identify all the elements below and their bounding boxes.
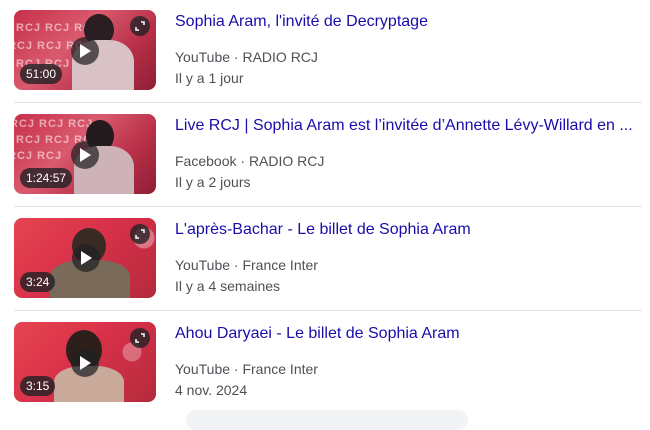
video-thumbnail[interactable]: RCJ RCJ RCJ RCJ RCJ RC RCJ RCJ 1:24:57 [14,114,156,194]
result-divider [14,206,642,207]
expand-icon[interactable] [130,224,150,244]
expand-icon[interactable] [130,16,150,36]
video-duration: 1:24:57 [20,168,73,188]
result-divider [14,310,642,311]
video-thumbnail[interactable]: RCJ RCJ RC RCJ RCJ RCJ RCJ RCJ 51:00 [14,10,156,90]
video-thumbnail[interactable]: 3:15 [14,322,156,402]
meta-separator: · [236,153,249,169]
video-date: Il y a 1 jour [175,70,244,86]
video-thumbnail[interactable]: 3:24 [14,218,156,298]
play-icon[interactable] [71,141,99,169]
video-date: Il y a 4 semaines [175,278,281,294]
video-platform: Facebook [175,153,237,169]
video-channel: France Inter [242,361,318,377]
result-divider [14,102,642,103]
video-source: YouTube · RADIO RCJ [175,48,318,66]
video-title-link[interactable]: Ahou Daryaei - Le billet de Sophia Aram [175,323,635,345]
video-source: Facebook · RADIO RCJ [175,152,324,170]
video-duration: 3:24 [20,272,56,292]
meta-separator: · [230,49,243,65]
meta-separator: · [230,257,243,273]
video-platform: YouTube [175,49,231,65]
play-icon[interactable] [71,349,99,377]
more-videos-button[interactable] [186,410,468,430]
video-date: 4 nov. 2024 [175,382,248,398]
expand-icon[interactable] [130,328,150,348]
video-source: YouTube · France Inter [175,360,318,378]
video-duration: 51:00 [20,64,63,84]
rcj-logo-pattern: RCJ RCJ RCJ [14,118,94,130]
video-result[interactable]: 3:15 Ahou Daryaei - Le billet de Sophia … [0,312,650,416]
video-platform: YouTube [175,361,231,377]
video-channel: RADIO RCJ [242,49,318,65]
video-date: Il y a 2 jours [175,174,251,190]
video-channel: RADIO RCJ [248,153,325,169]
video-title-link[interactable]: L'après-Bachar - Le billet de Sophia Ara… [175,219,635,241]
play-icon[interactable] [72,244,100,272]
video-result[interactable]: 3:24 L'après-Bachar - Le billet de Sophi… [0,208,650,312]
meta-separator: · [230,361,243,377]
video-title-link[interactable]: Sophia Aram, l'invité de Decryptage [175,11,635,33]
video-channel: France Inter [242,257,318,273]
video-source: YouTube · France Inter [175,256,318,274]
video-result[interactable]: RCJ RCJ RC RCJ RCJ RCJ RCJ RCJ 51:00 Sop… [0,0,650,104]
rcj-logo-pattern: RCJ RCJ RC [16,22,93,34]
video-duration: 3:15 [20,376,56,396]
video-platform: YouTube [175,257,231,273]
video-title-link[interactable]: Live RCJ | Sophia Aram est l’invitée d’A… [175,115,635,137]
video-result[interactable]: RCJ RCJ RCJ RCJ RCJ RC RCJ RCJ 1:24:57 L… [0,104,650,208]
play-icon[interactable] [71,37,99,65]
rcj-logo-pattern: RCJ RCJ [14,150,63,162]
